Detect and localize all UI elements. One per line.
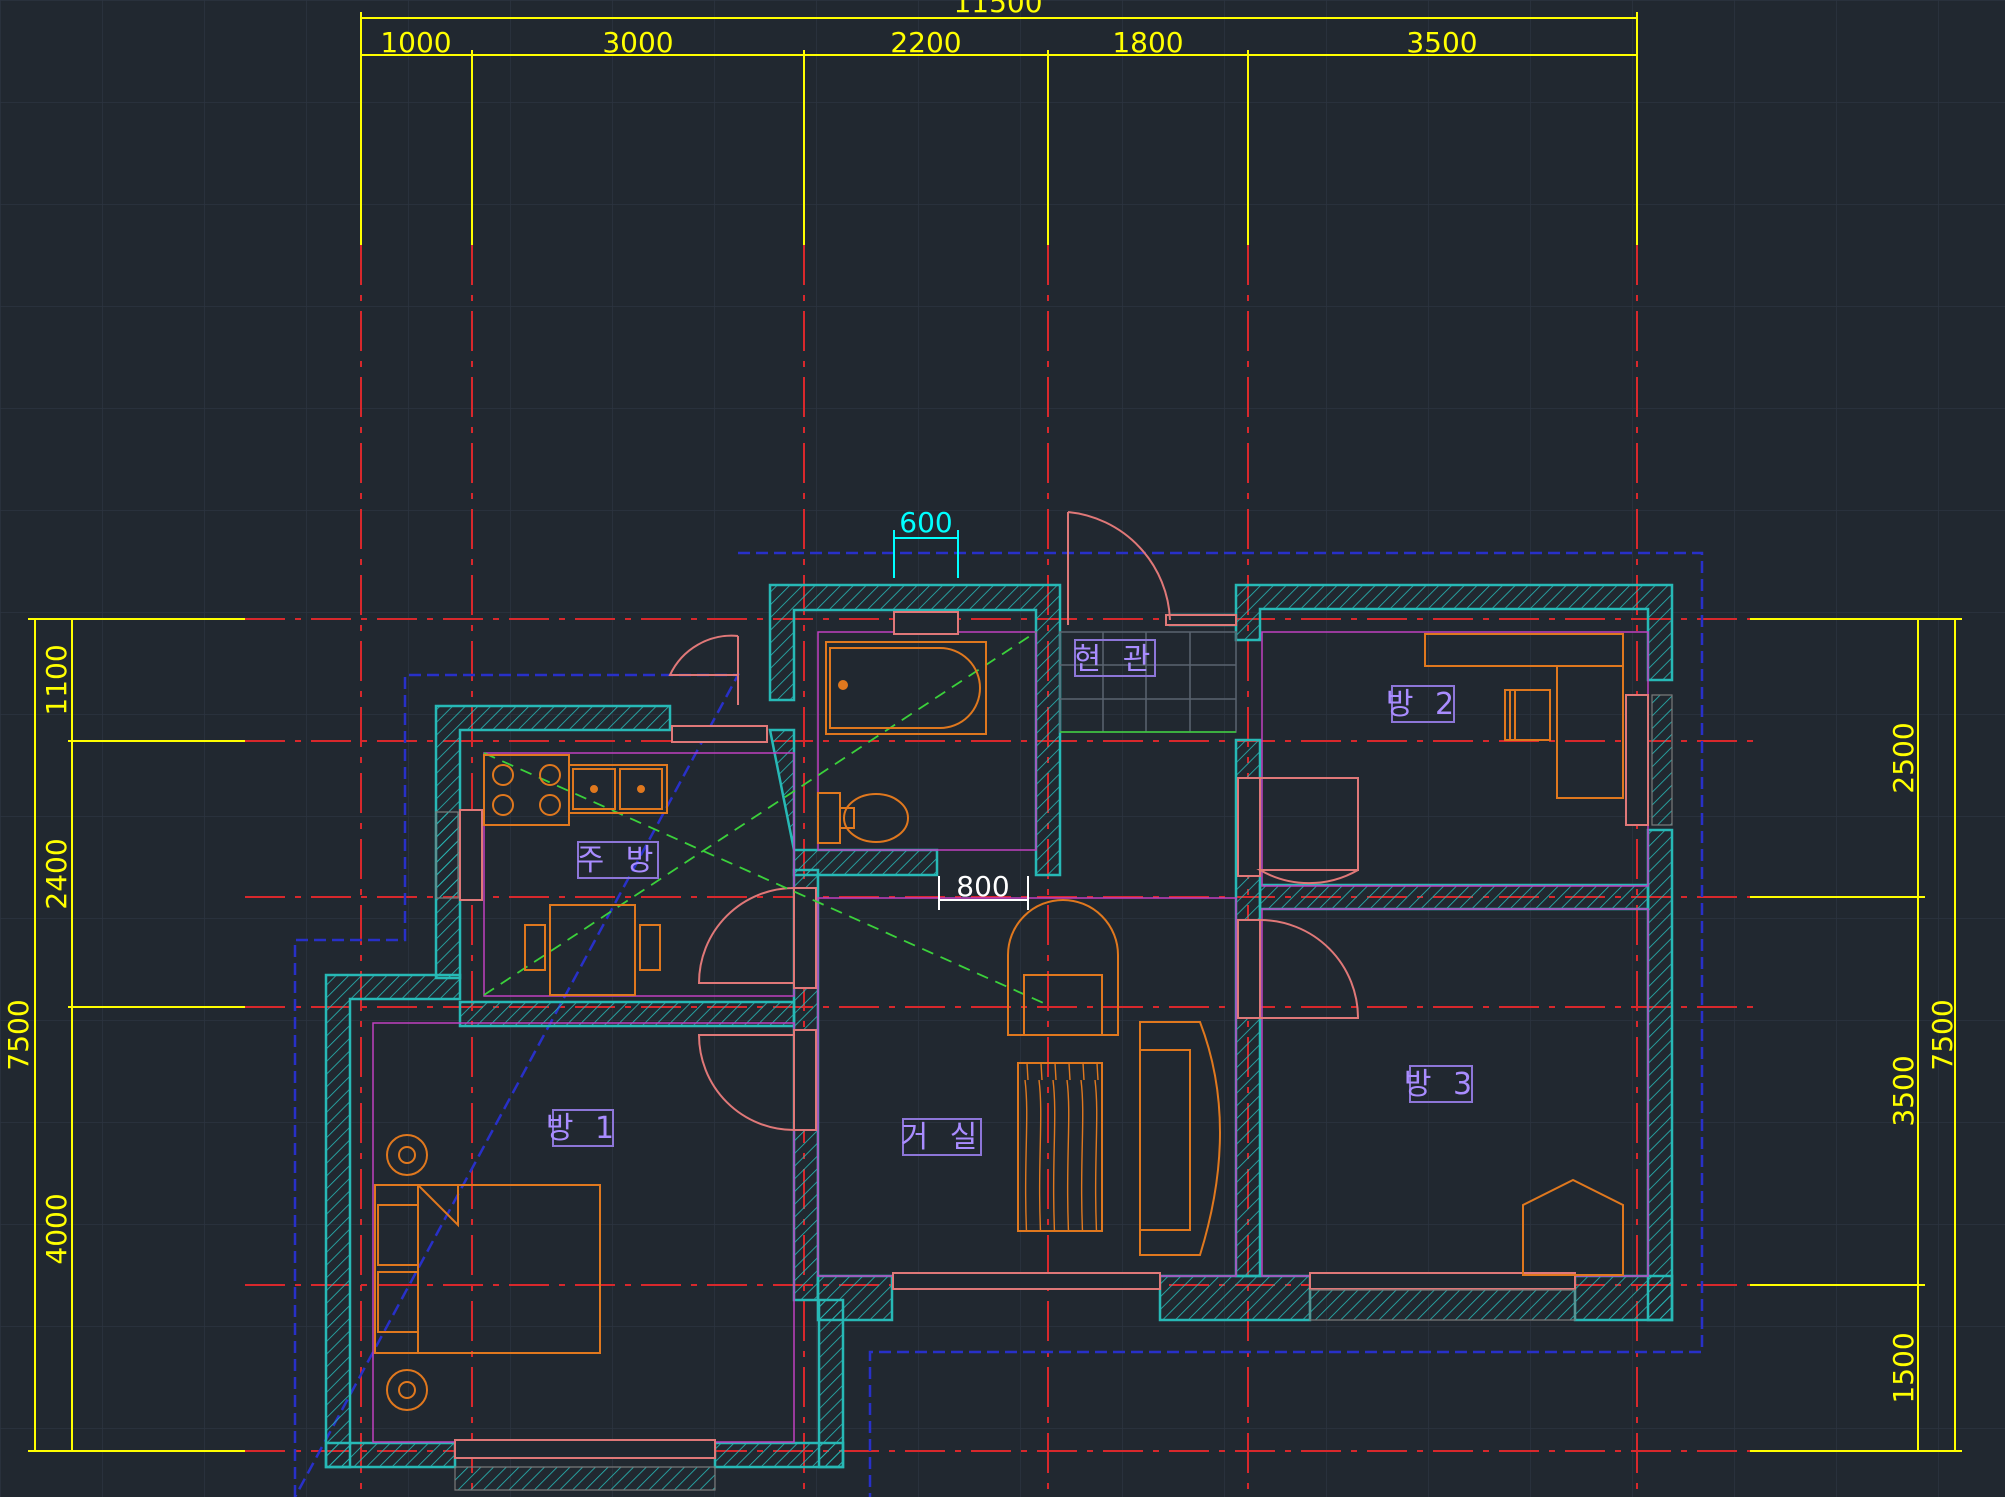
label-room3: 방 3 xyxy=(1404,1067,1478,1102)
dim-left-2: 2400 xyxy=(40,838,73,909)
floor-plan-canvas: 11500 1000 3000 2200 1800 3500 600 800 7… xyxy=(0,0,2005,1497)
dim-right-1: 2500 xyxy=(1887,722,1920,793)
dim-left-3: 4000 xyxy=(40,1193,73,1264)
dim-left-1: 1100 xyxy=(40,644,73,715)
dim-right-3: 1500 xyxy=(1887,1332,1920,1403)
dim-top-2: 3000 xyxy=(602,26,673,59)
dim-left-overall: 7500 xyxy=(2,999,35,1070)
dim-top-3: 2200 xyxy=(890,26,961,59)
dim-window-600: 600 xyxy=(899,506,952,539)
dim-overall-width: 11500 xyxy=(953,0,1042,19)
label-room1: 방 1 xyxy=(546,1111,620,1146)
dim-top-4: 1800 xyxy=(1112,26,1183,59)
dim-right-2: 3500 xyxy=(1887,1055,1920,1126)
label-living: 거 실 xyxy=(901,1120,984,1155)
dim-right-overall: 7500 xyxy=(1926,999,1959,1070)
dim-top-1: 1000 xyxy=(380,26,451,59)
dim-top-5: 3500 xyxy=(1406,26,1477,59)
label-room2: 방 2 xyxy=(1386,687,1460,722)
dim-door-800: 800 xyxy=(956,870,1009,903)
label-entrance: 현 관 xyxy=(1074,642,1157,677)
label-kitchen: 주 방 xyxy=(577,843,660,878)
